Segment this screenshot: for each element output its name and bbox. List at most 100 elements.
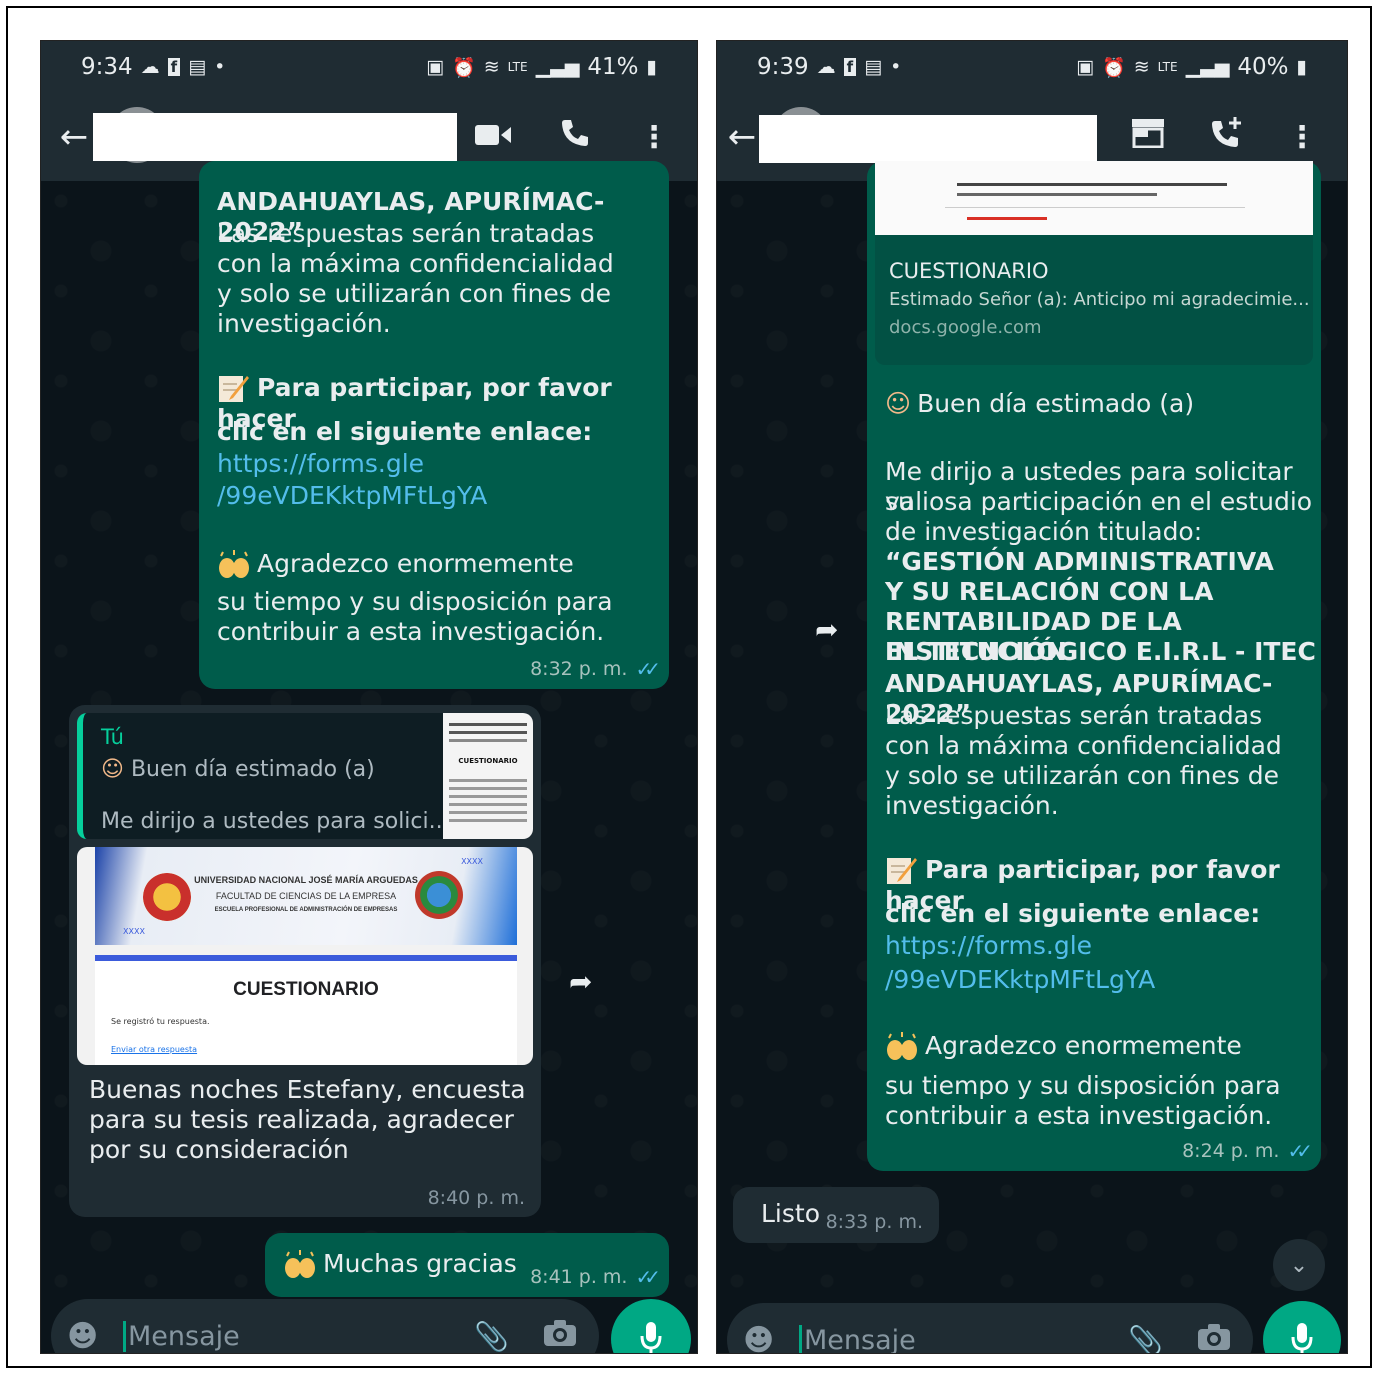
status-bar: 9:34 ☁ f ▤ • ▣ ⏰ ≋ LTE ▁▃▅ 41% ▮ [41,41,697,93]
store-icon[interactable] [1131,118,1165,156]
incoming-message-listo[interactable]: Listo 8:33 p. m. [733,1187,939,1243]
signal-icon: ▁▃▅ [1185,56,1230,78]
link-preview[interactable]: CUESTIONARIO Estimado Señor (a): Anticip… [875,161,1313,365]
camera-icon[interactable] [543,1319,577,1354]
chat-area[interactable]: ANDAHUAYLAS, APURÍMAC-2022” Las respuest… [41,161,697,1354]
thanks-line: Agradezco enormemente [257,549,574,578]
form-title: CUESTIONARIO [233,979,379,1000]
memo-icon [217,374,249,404]
dot-icon: • [890,56,902,78]
chat-area[interactable]: CUESTIONARIO Estimado Señor (a): Anticip… [717,161,1347,1354]
lte-icon: LTE [1157,60,1178,74]
quoted-message[interactable]: Tú ☺ Buen día estimado (a) Me dirijo a u… [77,713,533,839]
lock-icon: ▣ [426,56,445,78]
banner-line: FACULTAD DE CIENCIAS DE LA EMPRESA [215,891,397,901]
survey-screenshot-image[interactable]: UNIVERSIDAD NACIONAL JOSÉ MARÍA ARGUEDAS… [77,847,533,1065]
survey-link[interactable]: https://forms.gle [885,931,1092,961]
raising-hands-icon [885,1032,917,1062]
phone-screen-right: 9:39 ☁ f ▤ • ▣ ⏰ ≋ LTE ▁▃▅ 40% ▮ ← ⋮ CUE… [716,40,1348,1354]
message-input[interactable]: Mensaje [123,1320,240,1352]
phone-icon[interactable] [559,117,591,157]
microphone-icon[interactable] [1263,1301,1341,1353]
lock-icon: ▣ [1076,56,1095,78]
emoji-icon[interactable]: ☻ [67,1319,107,1354]
thanks-line: contribuir a esta investigación. [885,1101,1273,1130]
thanks-line: su tiempo y su disposición para [885,1071,1281,1100]
status-time: 9:39 [757,54,809,80]
study-title-line: Y SU RELACIÓN CON LA [885,577,1214,606]
message-input[interactable]: Mensaje [799,1324,916,1353]
quote-thumbnail: CUESTIONARIO [443,713,533,839]
attach-icon[interactable]: 📎 [1128,1324,1163,1354]
redacted-contact-name [93,113,457,161]
message-body-line: investigación. [885,791,1059,820]
intro-line: valiosa participación en el estudio [885,487,1313,516]
forward-icon[interactable]: ➦ [569,965,592,998]
quote-author: Tú [101,725,124,749]
message-time: 8:32 p. m. [530,658,628,680]
attach-icon[interactable]: 📎 [474,1320,509,1353]
gallery-icon: ▤ [864,56,883,78]
outgoing-message-survey[interactable]: ANDAHUAYLAS, APURÍMAC-2022” Las respuest… [199,161,669,689]
memo-icon [885,856,917,886]
woman-raising-hand-icon: ☺ [101,757,124,782]
wifi-icon: ≋ [1133,56,1150,78]
message-text: Listo [761,1199,820,1228]
dot-icon: • [214,56,226,78]
cloud-icon: ☁ [140,56,160,78]
participate-line: clic en el siguiente enlace: [885,899,1261,928]
outgoing-message-thanks[interactable]: Muchas gracias 8:41 p. m. ✓✓ [265,1233,669,1297]
university-banner: UNIVERSIDAD NACIONAL JOSÉ MARÍA ARGUEDAS… [95,847,517,945]
battery-icon: ▮ [1296,56,1307,78]
message-time: 8:24 p. m. [1182,1140,1280,1162]
banner-line: ESCUELA PROFESIONAL DE ADMINISTRACIÓN DE… [214,907,398,913]
camera-icon[interactable] [1197,1323,1231,1354]
survey-link[interactable]: https://forms.gle [217,449,424,479]
lte-icon: LTE [507,60,528,74]
forward-icon[interactable]: ➦ [815,613,838,646]
thanks-line: su tiempo y su disposición para [217,587,613,616]
form-panel: CUESTIONARIO Se registró tu respuesta. E… [95,955,517,1065]
more-vert-icon[interactable]: ⋮ [1287,120,1317,155]
status-time: 9:34 [81,54,133,80]
signal-icon: ▁▃▅ [535,56,580,78]
message-time: 8:40 p. m. [427,1187,525,1209]
outgoing-message-survey[interactable]: CUESTIONARIO Estimado Señor (a): Anticip… [867,161,1321,1171]
preview-image [875,161,1313,235]
scroll-down-icon[interactable]: ⌄ [1273,1239,1325,1291]
preview-description: Estimado Señor (a): Anticipo mi agradeci… [889,289,1310,310]
double-check-icon: ✓✓ [1287,1139,1312,1163]
study-title-line: EL TECNOLÓGICO E.I.R.L - ITEC [885,637,1316,666]
woman-raising-hand-icon: ☺ [885,389,912,418]
more-vert-icon[interactable]: ⋮ [639,120,669,155]
emoji-icon[interactable]: ☻ [743,1323,783,1354]
arrow-left-icon[interactable]: ← [49,117,99,157]
intro-line: de investigación titulado: [885,517,1203,546]
message-text: Muchas gracias [323,1249,517,1278]
alarm-icon: ⏰ [452,56,476,79]
message-body-line: con la máxima confidencialidad [217,249,614,278]
survey-link[interactable]: /99eVDEKktpMFtLgYA [885,965,1155,995]
raising-hands-icon [217,550,249,580]
raising-hands-icon [283,1250,315,1280]
message-input-bar: ☻ Mensaje 📎 [51,1299,599,1354]
cloud-icon: ☁ [816,56,836,78]
thumb-title: CUESTIONARIO [458,757,518,765]
survey-link[interactable]: /99eVDEKktpMFtLgYA [217,481,487,511]
video-call-icon[interactable] [475,120,511,155]
thanks-line: contribuir a esta investigación. [217,617,605,646]
form-note: Se registró tu respuesta. [111,1017,210,1026]
battery-level: 41% [587,54,639,80]
incoming-message-reply[interactable]: Tú ☺ Buen día estimado (a) Me dirijo a u… [69,705,541,1217]
quote-text: Me dirijo a ustedes para solici... [101,809,450,834]
message-time: 8:41 p. m. [530,1266,628,1288]
microphone-icon[interactable] [611,1299,691,1353]
add-call-icon[interactable] [1209,116,1243,158]
quote-text: Buen día estimado (a) [130,757,375,782]
double-check-icon: ✓✓ [635,1265,660,1289]
banner-tag: XXXX [123,927,145,936]
double-check-icon: ✓✓ [635,657,660,681]
gallery-icon: ▤ [188,56,207,78]
preview-domain: docs.google.com [889,317,1042,338]
participate-line: clic en el siguiente enlace: [217,417,593,446]
